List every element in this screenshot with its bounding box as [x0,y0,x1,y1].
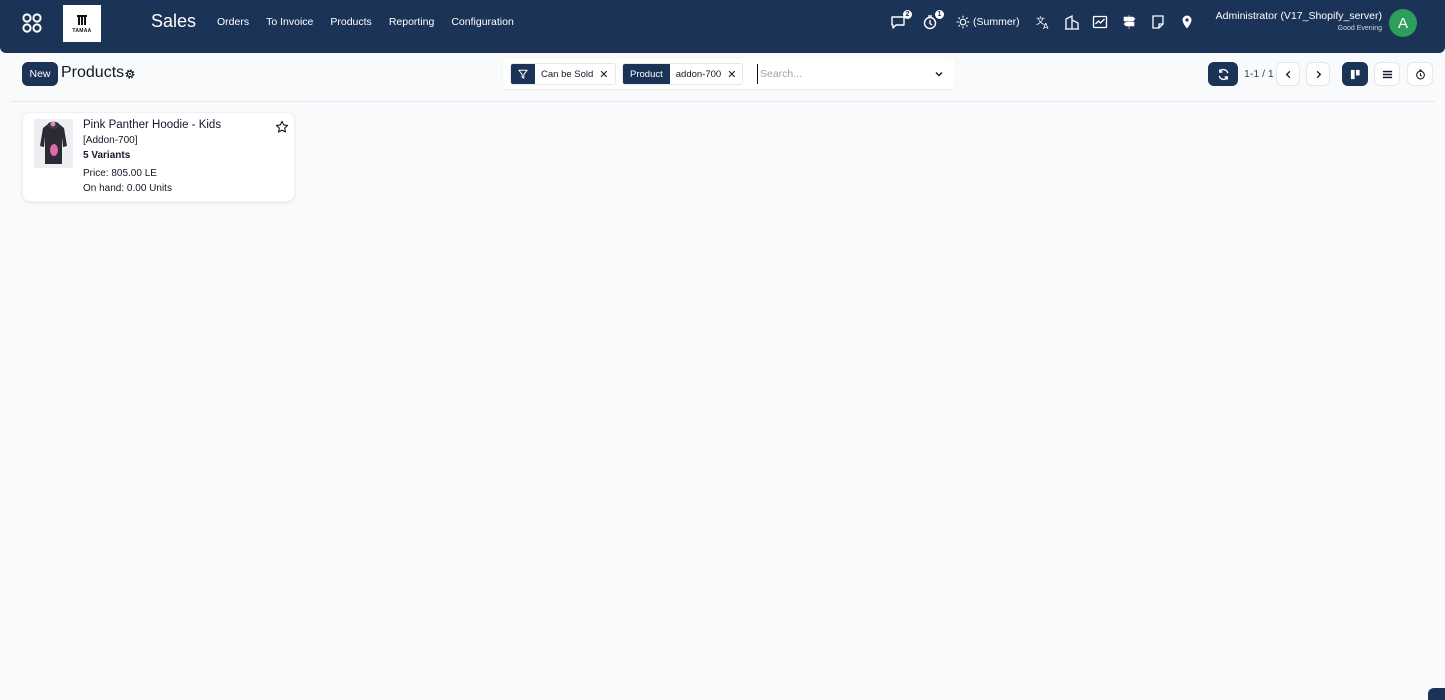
location-pin-icon[interactable] [1179,14,1195,30]
apps-grid-icon[interactable] [22,13,42,33]
control-panel-divider [10,101,1435,102]
close-icon: ✕ [599,68,609,81]
gear-icon[interactable] [124,68,136,80]
activities-badge: 1 [935,10,944,19]
corner-action-button[interactable] [1428,688,1445,700]
menu-item-orders[interactable]: Orders [217,16,249,28]
menu-item-to-invoice[interactable]: To Invoice [266,16,313,28]
refresh-button[interactable] [1208,62,1238,86]
filter-facet: Can be Sold ✕ [510,63,616,85]
sun-icon [956,15,970,29]
chevron-right-icon [1316,70,1321,78]
translate-icon[interactable]: 文 A [1035,14,1051,30]
theme-label: (Summer) [973,16,1020,28]
user-name: Administrator (V17_Shopify_server) [1215,10,1382,22]
remove-product-facet-button[interactable]: ✕ [727,64,742,84]
list-view-button[interactable] [1374,62,1400,86]
star-icon[interactable] [275,120,289,134]
chevron-down-icon[interactable] [933,68,945,80]
clock-icon [1415,69,1425,79]
company-logo[interactable]: TAMAA [63,5,101,42]
company-switch-icon[interactable] [1064,14,1080,30]
activities-button[interactable]: 1 [922,10,944,30]
messages-button[interactable]: 2 [890,10,912,30]
product-card[interactable]: Pink Panther Hoodie - Kids [Addon-700] 5… [22,112,295,202]
pager-value[interactable]: 1-1 / 1 [1244,68,1274,80]
avatar[interactable]: A [1389,9,1417,37]
search-panel: Can be Sold ✕ Product addon-700 ✕ [503,59,955,89]
page-title: Products [61,64,125,81]
logo-mark-icon [77,14,87,25]
chevron-left-icon [1285,70,1290,78]
search-input[interactable] [757,64,923,84]
product-facet: Product addon-700 ✕ [622,63,744,85]
product-price: Price: 805.00 LE [83,168,157,179]
product-variants[interactable]: 5 Variants [83,150,130,161]
product-facet-value: addon-700 [675,68,722,80]
product-facet-label: Product [623,64,670,84]
filter-facet-value: Can be Sold [541,68,594,80]
product-name: Pink Panther Hoodie - Kids [83,119,222,131]
product-on-hand: On hand: 0.00 Units [83,183,172,194]
user-greeting: Good Evening [1337,25,1382,32]
main-menu: Orders To Invoice Products Reporting Con… [217,16,531,28]
funnel-icon [518,69,528,79]
top-navbar: TAMAA Sales Orders To Invoice Products R… [0,0,1445,53]
app-title[interactable]: Sales [151,11,196,32]
svg-text:A: A [1043,22,1049,30]
refresh-icon [1218,68,1228,80]
signpost-icon[interactable] [1121,14,1137,30]
kanban-icon [1350,69,1360,79]
filter-facet-icon-box [511,64,535,84]
notes-icon[interactable] [1150,14,1166,30]
product-reference: [Addon-700] [83,135,138,146]
pager-previous-button[interactable] [1276,62,1300,86]
theme-switch[interactable]: (Summer) [956,15,1020,29]
logo-text: TAMAA [72,27,92,34]
activity-view-button[interactable] [1407,62,1433,86]
remove-filter-facet-button[interactable]: ✕ [599,64,614,84]
menu-item-reporting[interactable]: Reporting [389,16,435,28]
dashboard-icon[interactable] [1092,14,1108,30]
new-button[interactable]: New [22,62,58,86]
menu-item-products[interactable]: Products [330,16,371,28]
pager-next-button[interactable] [1306,62,1330,86]
user-menu[interactable]: Administrator (V17_Shopify_server) Good … [1215,10,1382,32]
hoodie-image [34,119,73,168]
kanban-view-button[interactable] [1342,62,1368,86]
menu-item-configuration[interactable]: Configuration [451,16,513,28]
list-icon [1382,70,1392,78]
product-image [34,119,73,168]
messages-badge: 2 [903,10,912,19]
close-icon: ✕ [727,68,737,81]
